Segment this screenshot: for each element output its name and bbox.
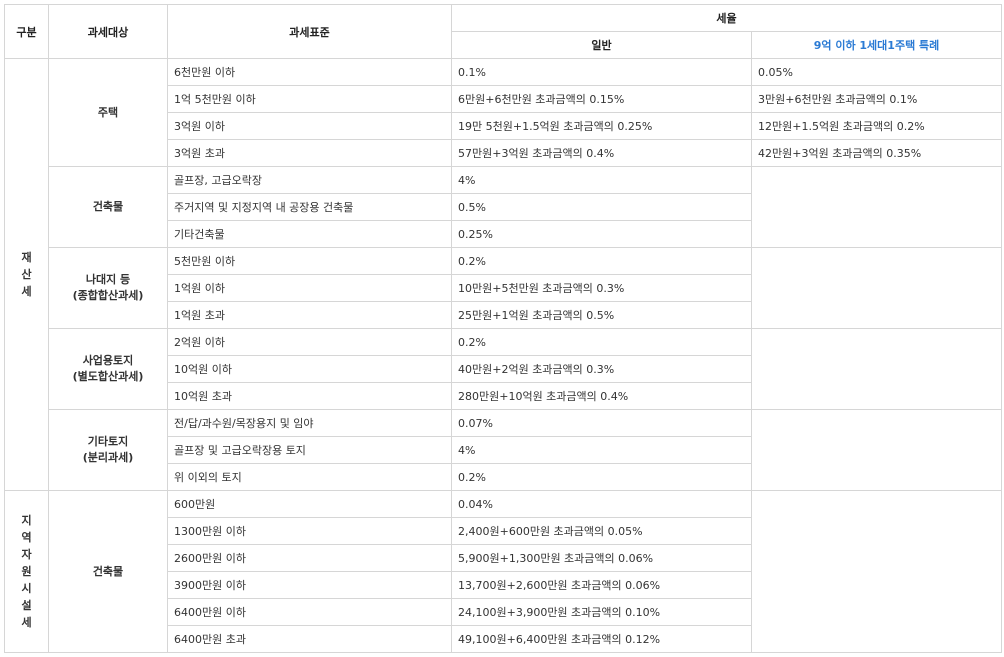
general-rate-cell: 0.25%	[451, 220, 752, 248]
category-cell: 지역자원시설세	[4, 490, 49, 653]
standard-cell: 10억원 이하	[167, 355, 452, 383]
special-rate-cell	[751, 490, 1002, 653]
target-cell: 나대지 등 (종합합산과세)	[48, 247, 168, 329]
special-rate-cell	[751, 409, 1002, 491]
standard-cell: 2600만원 이하	[167, 544, 452, 572]
table-body: 재산세 주택 6천만원 이하 0.1% 0.05% 1억 5천만원 이하 6만원+6천만원 …	[4, 58, 1002, 653]
property-tax-rate-table: 구분 과세대상 과세표준 세율 일반 9억 이하 1세대1주택 특례 재산세 주택…	[4, 4, 1002, 653]
table-row: 기타토지 (분리과세) 전/답/과수원/목장용지 및 임야 0.07%	[5, 409, 1002, 491]
target-label: 기타토지	[87, 435, 129, 448]
target-cell: 사업용토지 (별도합산과세)	[48, 328, 168, 410]
special-rate-cell: 3만원+6천만원 초과금액의 0.1%	[751, 85, 1002, 113]
special-rate-cell: 42만원+3억원 초과금액의 0.35%	[751, 139, 1002, 167]
standard-cell: 골프장 및 고급오락장용 토지	[167, 436, 452, 464]
general-rate-cell: 6만원+6천만원 초과금액의 0.15%	[451, 85, 752, 113]
special-rate-cell	[751, 328, 1002, 410]
standard-cell: 10억원 초과	[167, 382, 452, 410]
header-general: 일반	[451, 31, 752, 59]
header-rate: 세율	[451, 4, 1002, 32]
target-label: 나대지 등	[85, 273, 131, 286]
general-rate-cell: 25만원+1억원 초과금액의 0.5%	[451, 301, 752, 329]
general-rate-cell: 0.07%	[451, 409, 752, 437]
general-rate-cell: 0.1%	[451, 58, 752, 86]
general-rate-cell: 19만 5천원+1.5억원 초과금액의 0.25%	[451, 112, 752, 140]
target-cell: 건축물	[48, 166, 168, 248]
general-rate-cell: 24,100원+3,900만원 초과금액의 0.10%	[451, 598, 752, 626]
header-target: 과세대상	[48, 4, 168, 59]
target-label: 주택	[97, 105, 119, 119]
general-rate-cell: 0.2%	[451, 463, 752, 491]
header-special: 9억 이하 1세대1주택 특례	[751, 31, 1002, 59]
table-header: 구분 과세대상 과세표준 세율 일반 9억 이하 1세대1주택 특례	[4, 4, 1002, 59]
standard-cell: 3억원 초과	[167, 139, 452, 167]
target-label: (종합합산과세)	[72, 289, 144, 302]
standard-cell: 골프장, 고급오락장	[167, 166, 452, 194]
header-category: 구분	[4, 4, 49, 59]
standard-cell: 1억 5천만원 이하	[167, 85, 452, 113]
general-rate-cell: 5,900원+1,300만원 초과금액의 0.06%	[451, 544, 752, 572]
category-label: 재산세	[21, 251, 32, 298]
table-row: 나대지 등 (종합합산과세) 5천만원 이하 0.2%	[5, 247, 1002, 329]
standard-cell: 1억원 초과	[167, 301, 452, 329]
target-cell: 건축물	[48, 490, 168, 653]
general-rate-cell: 4%	[451, 166, 752, 194]
general-rate-cell: 2,400원+600만원 초과금액의 0.05%	[451, 517, 752, 545]
standard-cell: 기타건축물	[167, 220, 452, 248]
special-rate-cell: 0.05%	[751, 58, 1002, 86]
standard-cell: 6천만원 이하	[167, 58, 452, 86]
general-rate-cell: 0.04%	[451, 490, 752, 518]
standard-cell: 3900만원 이하	[167, 571, 452, 599]
standard-cell: 6400만원 이하	[167, 598, 452, 626]
special-rate-cell	[751, 166, 1002, 248]
category-cell: 재산세	[4, 58, 49, 491]
target-label: 사업용토지	[82, 354, 134, 367]
target-label: 건축물	[92, 564, 124, 578]
standard-cell: 2억원 이하	[167, 328, 452, 356]
standard-cell: 1300만원 이하	[167, 517, 452, 545]
standard-cell: 주거지역 및 지정지역 내 공장용 건축물	[167, 193, 452, 221]
standard-cell: 전/답/과수원/목장용지 및 임야	[167, 409, 452, 437]
table-row: 건축물 골프장, 고급오락장 4%	[5, 166, 1002, 248]
standard-cell: 1억원 이하	[167, 274, 452, 302]
general-rate-cell: 49,100원+6,400만원 초과금액의 0.12%	[451, 625, 752, 653]
general-rate-cell: 0.5%	[451, 193, 752, 221]
standard-cell: 6400만원 초과	[167, 625, 452, 653]
target-label: 건축물	[92, 200, 124, 213]
general-rate-cell: 40만원+2억원 초과금액의 0.3%	[451, 355, 752, 383]
general-rate-cell: 280만원+10억원 초과금액의 0.4%	[451, 382, 752, 410]
category-label: 지역자원시설세	[21, 514, 32, 629]
general-rate-cell: 0.2%	[451, 247, 752, 275]
header-standard: 과세표준	[167, 4, 452, 59]
target-label: (별도합산과세)	[72, 370, 144, 383]
table-row: 지역자원시설세 건축물 600만원 0.04%	[4, 490, 1002, 653]
target-cell: 기타토지 (분리과세)	[48, 409, 168, 491]
table-row: 재산세 주택 6천만원 이하 0.1% 0.05%	[4, 58, 1002, 491]
special-rate-cell: 12만원+1.5억원 초과금액의 0.2%	[751, 112, 1002, 140]
general-rate-cell: 0.2%	[451, 328, 752, 356]
special-rate-cell	[751, 247, 1002, 329]
standard-cell: 위 이외의 토지	[167, 463, 452, 491]
general-rate-cell: 10만원+5천만원 초과금액의 0.3%	[451, 274, 752, 302]
standard-cell: 3억원 이하	[167, 112, 452, 140]
general-rate-cell: 13,700원+2,600만원 초과금액의 0.06%	[451, 571, 752, 599]
target-label: (분리과세)	[82, 451, 134, 464]
target-cell: 주택	[48, 58, 168, 167]
general-rate-cell: 4%	[451, 436, 752, 464]
standard-cell: 600만원	[167, 490, 452, 518]
standard-cell: 5천만원 이하	[167, 247, 452, 275]
general-rate-cell: 57만원+3억원 초과금액의 0.4%	[451, 139, 752, 167]
table-row: 사업용토지 (별도합산과세) 2억원 이하 0.2%	[5, 328, 1002, 410]
